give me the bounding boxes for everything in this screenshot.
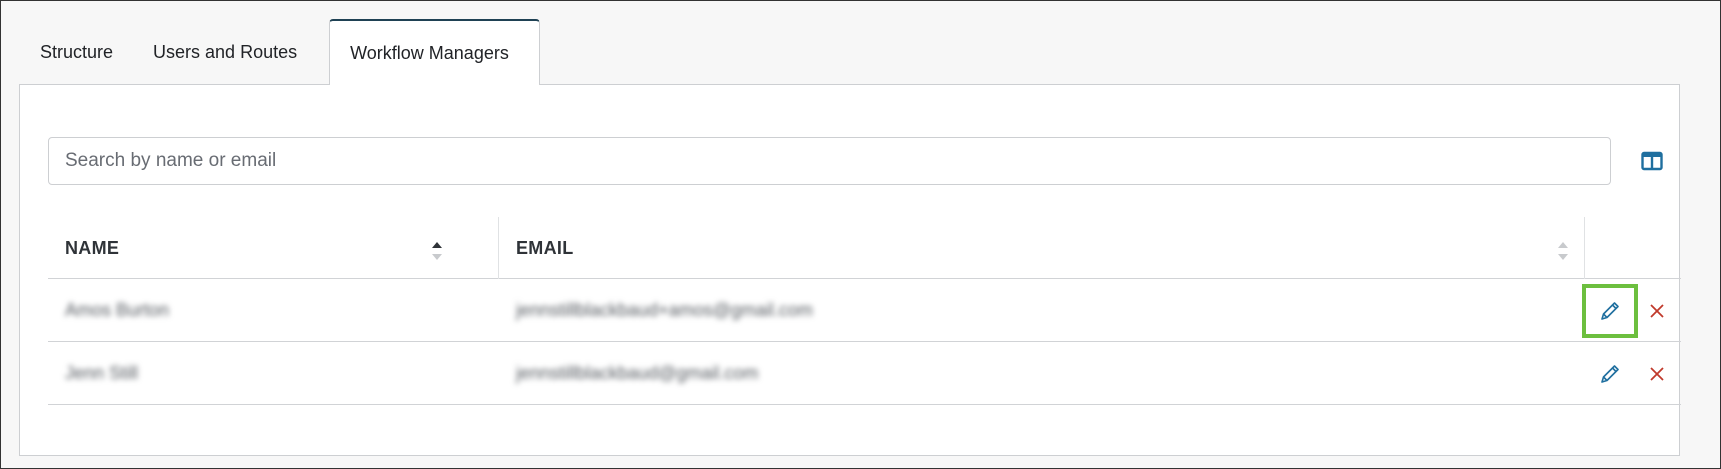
column-header-actions: [1585, 217, 1681, 279]
workflow-managers-window: Structure Users and Routes Workflow Mana…: [0, 0, 1721, 469]
column-header-email[interactable]: EMAIL: [499, 217, 1585, 279]
close-icon: [1649, 366, 1665, 382]
column-header-name[interactable]: NAME: [48, 217, 499, 279]
sort-unsorted-icon[interactable]: [1556, 240, 1570, 262]
edit-button[interactable]: [1582, 347, 1638, 401]
column-header-name-label: NAME: [65, 237, 120, 258]
tab-structure-label: Structure: [40, 41, 114, 62]
tab-workflow-managers[interactable]: Workflow Managers: [329, 19, 540, 85]
pencil-icon: [1599, 363, 1621, 385]
tab-users-and-routes-label: Users and Routes: [153, 41, 298, 62]
column-chooser-button[interactable]: [1639, 148, 1665, 174]
workflow-managers-panel: NAME EMAIL: [19, 84, 1681, 456]
column-header-email-label: EMAIL: [516, 237, 574, 258]
sort-ascending-icon[interactable]: [430, 240, 444, 262]
tab-workflow-managers-label: Workflow Managers: [350, 42, 509, 63]
table-row: Jenn Still jennstillblackbaud@gmail.com: [48, 342, 1681, 405]
row-name-cell: Amos Burton: [65, 299, 170, 320]
row-name-cell: Jenn Still: [65, 362, 139, 383]
columns-icon: [1641, 151, 1663, 171]
row-email-cell: jennstillblackbaud+amos@gmail.com: [516, 299, 813, 320]
delete-button[interactable]: [1639, 356, 1675, 392]
tab-users-and-routes[interactable]: Users and Routes: [133, 19, 317, 85]
pencil-icon: [1599, 300, 1621, 322]
workflow-managers-table: NAME EMAIL Amos Burton jennstillblackbau…: [48, 217, 1681, 405]
tab-structure[interactable]: Structure: [19, 19, 133, 85]
search-input[interactable]: [48, 137, 1611, 185]
table-row: Amos Burton jennstillblackbaud+amos@gmai…: [48, 279, 1681, 342]
row-email-cell: jennstillblackbaud@gmail.com: [516, 362, 759, 383]
edit-button[interactable]: [1582, 284, 1638, 338]
close-icon: [1649, 303, 1665, 319]
delete-button[interactable]: [1639, 293, 1675, 329]
table-header: NAME EMAIL: [48, 217, 1681, 279]
tab-bar: Structure Users and Routes Workflow Mana…: [19, 19, 540, 85]
